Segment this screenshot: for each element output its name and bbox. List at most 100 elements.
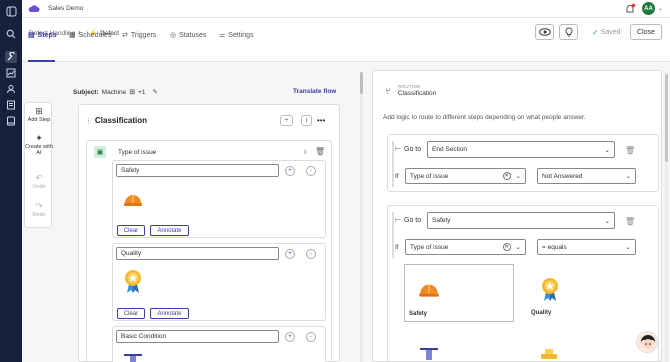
section-routing-button[interactable]: ⑂ [280,115,293,126]
statuses-icon: ◎ [170,32,177,39]
chevron-down-icon: ⌄ [604,217,610,225]
chevron-down-icon: ⌄ [625,173,631,180]
tab-settings[interactable]: ⚌ Settings [219,29,254,41]
create-with-ai-tool[interactable]: ✦ Create with AI [25,133,53,156]
tool-panel: ⊞ Add Step ✦ Create with AI ↶ Undo ↷ Red… [24,102,53,228]
support-chat-avatar[interactable] [636,331,658,353]
top-bar: Sales Demo AA ⌄ [22,0,670,18]
notifications-icon[interactable] [624,3,636,15]
app-sidebar [0,0,22,362]
option-add-button[interactable]: + [285,332,295,342]
condition-operator-select[interactable]: = equals ⌄ [537,239,636,255]
subject-extra-count[interactable]: +1 [138,89,145,96]
user-menu-chevron-icon[interactable]: ⌄ [658,5,663,12]
chevron-down-icon: ⌄ [515,173,521,180]
annotate-button[interactable]: Annotate [150,308,189,319]
tab-statuses[interactable]: ◎ Statuses [170,29,206,41]
condition-field-select[interactable]: Type of issue ✕ ⌄ [405,168,526,184]
more-options-icon[interactable]: ••• [317,116,325,125]
option-label-field[interactable]: Safety [116,164,279,177]
check-circle-icon: ✓ [592,28,599,37]
option-label-field[interactable]: Quality [116,247,279,260]
tab-schedules-label: Schedules [78,31,112,39]
redo-tool[interactable]: ↷ Redo [25,201,53,218]
condition-operator-select[interactable]: Not Answered ⌄ [537,168,636,184]
undo-icon: ↶ [35,173,43,183]
goto-target-select[interactable]: Safety ⌄ [427,212,615,229]
steps-icon: ▤ [28,32,35,39]
preview-button[interactable] [535,24,554,40]
search-icon[interactable] [5,28,17,40]
tab-steps-label: Steps [37,31,57,39]
ideas-button[interactable] [559,24,578,40]
create-with-ai-label: Create with AI [25,144,53,157]
question-lightbulb-icon[interactable]: ♁ [302,147,308,156]
translate-flow-link[interactable]: Translate flow [293,88,336,95]
value-option-tile[interactable]: Safety [404,264,514,322]
subject-value[interactable]: Machine [102,89,127,96]
subject-row: Subject: Machine ⊞ +1 ✎ [73,88,158,97]
goto-icon: ⊢ [395,146,402,153]
goto-target-value: End Section [432,146,468,153]
safety-helmet-icon [122,188,144,210]
section-title[interactable]: Classification [95,116,147,125]
analytics-icon[interactable] [5,67,17,79]
section-info-button[interactable]: i [301,115,312,126]
delete-rule-icon[interactable]: 🗑 [625,217,635,226]
tools-icon[interactable] [5,51,17,63]
schedules-icon: ▦ [69,32,76,39]
delete-question-icon[interactable]: 🗑 [315,147,325,156]
value-option-tile[interactable]: Quality [528,264,636,322]
option-remove-button[interactable]: - [306,332,316,342]
eye-icon [538,28,551,36]
chevron-down-icon: ⌄ [625,244,631,251]
goto-icon: ⊢ [395,217,402,224]
canvas-scroll-thumb[interactable] [360,72,363,94]
condition-field-value: Type of issue [410,243,449,251]
library-icon[interactable] [5,115,17,127]
delete-rule-icon[interactable]: 🗑 [625,146,635,155]
option-add-button[interactable]: + [285,249,295,259]
clear-selection-icon[interactable]: ✕ [502,172,511,180]
panel-kind: ROUTING [398,84,421,89]
redo-icon: ↷ [35,201,43,211]
triggers-icon: ⇄ [122,32,128,39]
settings-sliders-icon: ⚌ [219,32,226,39]
avatar[interactable]: AA [642,2,655,15]
tab-steps[interactable]: ▤ Steps [28,29,57,41]
clear-button[interactable]: Clear [117,225,145,236]
app-menu-icon[interactable] [5,5,17,17]
tab-triggers[interactable]: ⇄ Triggers [122,29,156,41]
documents-icon[interactable] [5,99,17,111]
clear-selection-icon[interactable]: ✕ [502,243,511,251]
question-title[interactable]: Type of issue [118,149,156,156]
condition-operator-value: Not Answered [542,172,583,180]
undo-label: Undo [32,184,46,190]
add-step-icon: ⊞ [35,106,43,116]
clear-button[interactable]: Clear [117,308,145,319]
option-label-field[interactable]: Basic Condition [116,330,279,343]
workspace-name: Sales Demo [48,5,84,12]
quality-medal-icon [123,268,143,294]
tab-schedules[interactable]: ▦ Schedules [69,29,111,41]
question-type-icon: ▣ [94,146,106,158]
edit-pencil-icon[interactable]: ✎ [153,88,158,96]
chevron-down-icon: ⌄ [604,146,610,154]
add-step-label: Add Step [27,117,51,123]
value-option-label: Safety [409,311,428,317]
undo-tool[interactable]: ↶ Undo [25,173,53,190]
condition-field-value: Type of issue [410,172,449,180]
annotate-button[interactable]: Annotate [150,225,189,236]
option-remove-button[interactable]: - [306,166,316,176]
option-remove-button[interactable]: - [306,249,316,259]
close-button[interactable]: Close [630,24,662,40]
redo-label: Redo [32,212,46,218]
gold-bars-icon [538,346,560,362]
condition-field-select[interactable]: Type of issue ✕ ⌄ [405,239,526,255]
goto-target-select[interactable]: End Section ⌄ [427,141,615,158]
add-step-tool[interactable]: ⊞ Add Step [25,106,53,123]
option-add-button[interactable]: + [285,166,295,176]
panel-scroll-thumb[interactable] [665,74,668,162]
canvas-scrollbar[interactable] [360,72,363,362]
users-icon[interactable] [5,83,17,95]
